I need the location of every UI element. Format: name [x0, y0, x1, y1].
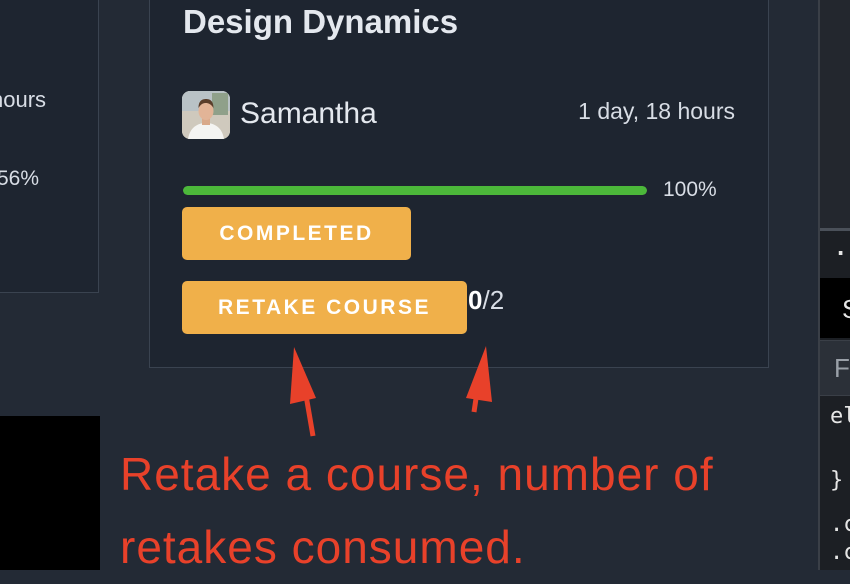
editor-pane: .. S F el } .c .c — [818, 0, 850, 570]
filter-label: F — [834, 353, 850, 383]
retake-counter: 0/2 — [468, 285, 504, 316]
progress-label: 100% — [663, 178, 717, 201]
course-card-left: hours 56% — [0, 0, 99, 293]
code-line: el — [830, 404, 850, 429]
retakes-total: /2 — [482, 285, 505, 315]
code-line: .c — [830, 540, 850, 565]
completed-button[interactable]: COMPLETED — [182, 207, 411, 260]
filter-row[interactable]: F — [820, 340, 850, 396]
progress-fill — [183, 186, 647, 195]
progress-label: 56% — [0, 167, 40, 190]
progress-bar — [183, 186, 647, 195]
divider — [820, 228, 850, 231]
avatar — [182, 91, 230, 139]
more-icon[interactable]: .. — [834, 236, 850, 261]
editor-top-panel — [820, 0, 850, 228]
code-line: .c — [830, 512, 850, 537]
editor-tab-label: S — [842, 294, 850, 325]
retakes-used: 0 — [468, 285, 483, 315]
course-duration: 1 day, 18 hours — [578, 98, 735, 124]
course-card: Design Dynamics Samantha 1 day, 18 hours… — [149, 0, 769, 368]
code-line: } — [830, 468, 844, 493]
author-name: Samantha — [240, 97, 377, 130]
course-duration: hours — [0, 87, 47, 112]
retake-course-button[interactable]: RETAKE COURSE — [182, 281, 467, 334]
black-panel — [0, 416, 100, 570]
annotation-caption: Retake a course, number of retakes consu… — [120, 448, 714, 573]
course-title: Design Dynamics — [183, 3, 459, 40]
editor-tab-row[interactable]: S — [820, 278, 850, 338]
